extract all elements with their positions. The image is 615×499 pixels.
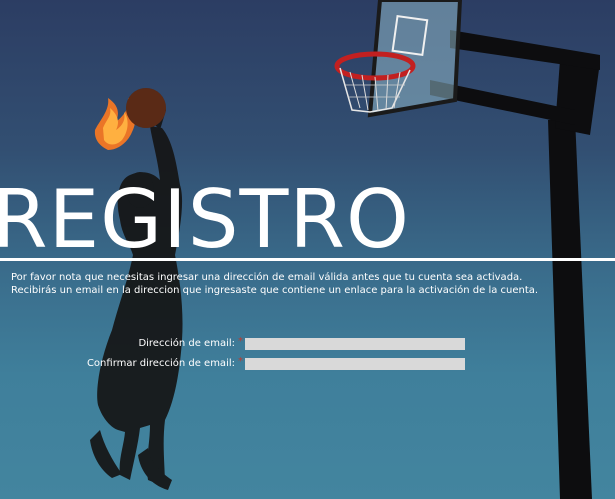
title-divider (0, 258, 615, 261)
email-field[interactable] (245, 338, 465, 350)
confirm-email-row: Confirmar dirección de email: * (0, 356, 615, 371)
confirm-email-label: Confirmar dirección de email: (86, 358, 235, 369)
email-row: Dirección de email: * (0, 336, 615, 351)
email-required-marker: * (238, 336, 243, 347)
confirm-email-required-marker: * (238, 356, 243, 367)
notice-line-1: Por favor nota que necesitas ingresar un… (11, 272, 523, 283)
confirm-email-field[interactable] (245, 358, 465, 370)
page-title: REGISTRO (0, 173, 410, 266)
notice-line-2: Recibirás un email en la direccion que i… (11, 285, 539, 296)
email-label: Dirección de email: (138, 338, 235, 349)
registration-notice: Por favor nota que necesitas ingresar un… (11, 271, 606, 297)
